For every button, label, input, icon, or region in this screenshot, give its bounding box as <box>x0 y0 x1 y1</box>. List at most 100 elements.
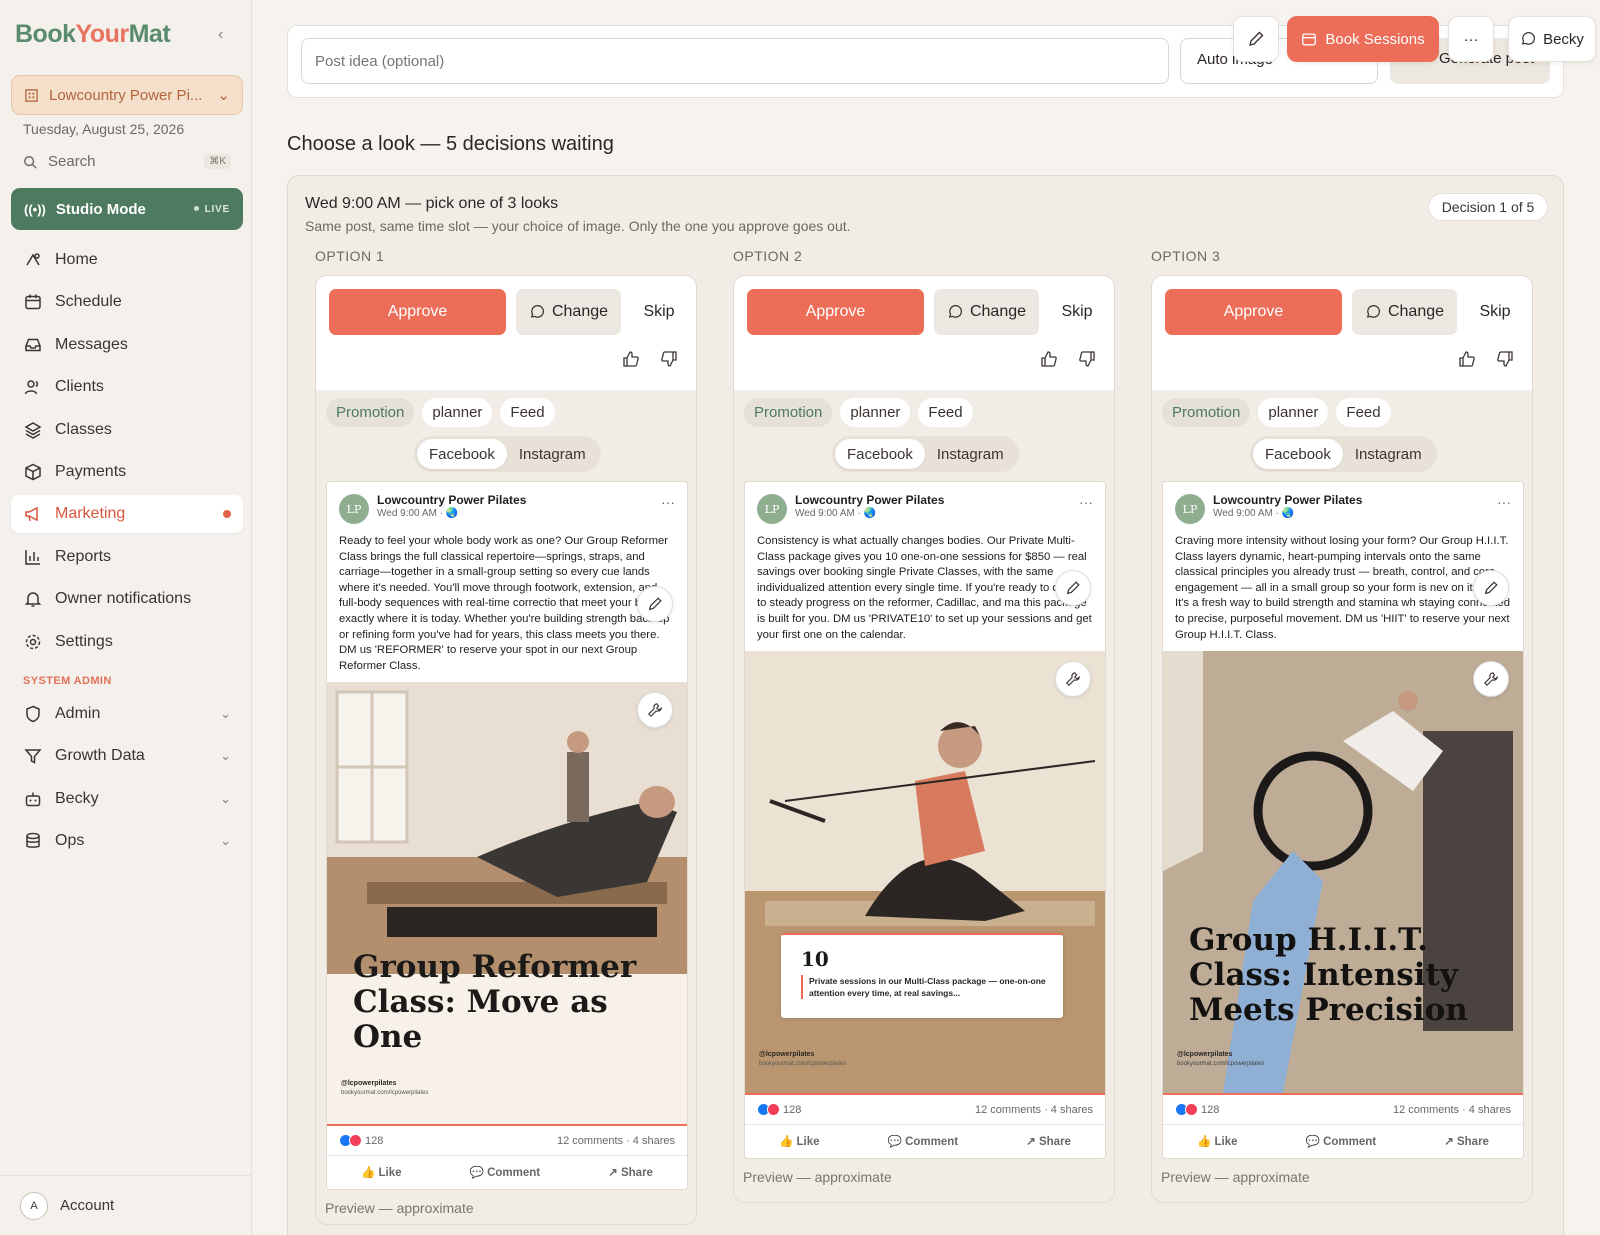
package-icon <box>23 462 43 482</box>
account-menu[interactable]: A Account <box>0 1175 252 1235</box>
comment-button[interactable]: 💬 Comment <box>1306 1134 1377 1148</box>
tab-instagram[interactable]: Instagram <box>925 439 1016 469</box>
nav-item-clients[interactable]: Clients <box>11 368 243 406</box>
chip-feed[interactable]: Feed <box>500 398 555 427</box>
change-button[interactable]: Change <box>516 289 621 335</box>
search-shortcut: ⌘K <box>204 154 231 169</box>
nav-item-home[interactable]: Home <box>11 241 243 279</box>
studio-mode-button[interactable]: ((•)) Studio Mode LIVE <box>11 188 243 230</box>
chip-promotion[interactable]: Promotion <box>326 398 415 427</box>
chip-planner[interactable]: planner <box>1258 398 1329 427</box>
nav-item-marketing[interactable]: Marketing <box>11 495 243 534</box>
reaction-icons <box>757 1103 780 1117</box>
edit-text-button[interactable] <box>1055 570 1091 606</box>
chip-promotion[interactable]: Promotion <box>1162 398 1251 427</box>
tab-facebook[interactable]: Facebook <box>1253 439 1343 469</box>
chip-promotion[interactable]: Promotion <box>744 398 833 427</box>
comment-button[interactable]: 💬 Comment <box>470 1165 541 1179</box>
more-icon[interactable]: ··· <box>661 494 675 510</box>
thumbs-down-icon[interactable] <box>660 350 678 368</box>
option-actions: Approve Change Skip <box>734 276 1114 390</box>
nav-item-growth-data[interactable]: Growth Data ⌄ <box>11 737 243 775</box>
change-button[interactable]: Change <box>934 289 1039 335</box>
approve-button[interactable]: Approve <box>1165 289 1342 335</box>
post-text: Craving more intensity without losing yo… <box>1175 535 1510 641</box>
bell-icon <box>23 589 43 609</box>
thumbs-down-icon[interactable] <box>1496 350 1514 368</box>
skip-button[interactable]: Skip <box>634 289 684 335</box>
app-logo[interactable]: BookYourMat <box>15 20 171 49</box>
calendar-icon <box>23 292 43 312</box>
skip-button[interactable]: Skip <box>1052 289 1102 335</box>
tab-instagram[interactable]: Instagram <box>507 439 598 469</box>
like-button[interactable]: 👍 Like <box>779 1134 820 1148</box>
edit-button[interactable] <box>1233 16 1279 62</box>
nav-item-payments[interactable]: Payments <box>11 453 243 491</box>
thumbs-up-icon[interactable] <box>1458 350 1476 368</box>
skip-button[interactable]: Skip <box>1470 289 1520 335</box>
comment-button[interactable]: 💬 Comment <box>888 1134 959 1148</box>
nav-label: Home <box>55 251 98 268</box>
thumbs-down-icon[interactable] <box>1078 350 1096 368</box>
tab-instagram[interactable]: Instagram <box>1343 439 1434 469</box>
wrench-icon <box>1065 672 1081 687</box>
more-options-button[interactable]: ··· <box>1448 16 1494 62</box>
wrench-icon <box>647 703 663 718</box>
chip-planner[interactable]: planner <box>840 398 911 427</box>
approve-button[interactable]: Approve <box>329 289 506 335</box>
studio-selector[interactable]: Lowcountry Power Pi... ⌄ <box>11 75 243 115</box>
filter-icon <box>23 746 43 766</box>
platform-toggle: Facebook Instagram <box>1250 436 1437 472</box>
reaction-count: 128 <box>783 1103 802 1116</box>
gear-icon <box>23 632 43 652</box>
nav-item-admin[interactable]: Admin ⌄ <box>11 695 243 733</box>
share-button[interactable]: ↗ Share <box>608 1165 653 1179</box>
reaction-icons <box>339 1134 362 1148</box>
collapse-sidebar-icon[interactable]: ‹ <box>218 26 223 44</box>
nav-item-settings[interactable]: Settings <box>11 623 243 661</box>
book-sessions-label: Book Sessions <box>1325 30 1425 48</box>
nav-label: Becky <box>55 789 99 807</box>
more-icon[interactable]: ··· <box>1079 494 1093 510</box>
edit-image-button[interactable] <box>1055 661 1091 698</box>
reaction-icons <box>1175 1103 1198 1117</box>
edit-text-button[interactable] <box>637 586 673 622</box>
chip-feed[interactable]: Feed <box>1336 398 1391 427</box>
edit-image-button[interactable] <box>1473 661 1509 698</box>
nav-item-schedule[interactable]: Schedule <box>11 283 243 321</box>
nav-item-reports[interactable]: Reports <box>11 538 243 576</box>
change-button[interactable]: Change <box>1352 289 1457 335</box>
book-sessions-button[interactable]: Book Sessions <box>1287 16 1439 62</box>
share-button[interactable]: ↗ Share <box>1444 1134 1489 1148</box>
becky-chat-button[interactable]: Becky <box>1508 16 1596 62</box>
like-button[interactable]: 👍 Like <box>1197 1134 1238 1148</box>
image-headline: Group H.I.I.T. Class: Intensity Meets Pr… <box>1189 922 1468 1029</box>
search-icon <box>24 155 37 169</box>
reaction-count: 128 <box>365 1134 384 1147</box>
chip-planner[interactable]: planner <box>422 398 493 427</box>
nav-item-classes[interactable]: Classes <box>11 411 243 449</box>
thumbs-up-icon[interactable] <box>1040 350 1058 368</box>
sidebar-search[interactable]: Search ⌘K <box>23 153 231 170</box>
nav-item-becky[interactable]: Becky ⌄ <box>11 780 243 818</box>
chevron-down-icon: ⌄ <box>220 790 231 806</box>
preview-note: Preview — approximate <box>743 1169 892 1185</box>
thumbs-up-icon[interactable] <box>622 350 640 368</box>
more-icon: ··· <box>1463 30 1479 48</box>
tag-chips: Promotion planner Feed <box>1162 398 1391 427</box>
more-icon[interactable]: ··· <box>1497 494 1511 510</box>
nav-item-messages[interactable]: Messages <box>11 326 243 364</box>
nav-item-ops[interactable]: Ops ⌄ <box>11 822 243 860</box>
decision-title: Wed 9:00 AM — pick one of 3 looks <box>305 195 559 212</box>
chip-feed[interactable]: Feed <box>918 398 973 427</box>
edit-text-button[interactable] <box>1473 570 1509 606</box>
approve-button[interactable]: Approve <box>747 289 924 335</box>
post-idea-input[interactable] <box>301 38 1169 84</box>
tab-facebook[interactable]: Facebook <box>835 439 925 469</box>
nav-item-owner-notifications[interactable]: Owner notifications <box>11 580 243 618</box>
users-icon <box>23 377 43 397</box>
like-button[interactable]: 👍 Like <box>361 1165 402 1179</box>
option-actions: Approve Change Skip <box>316 276 696 390</box>
share-button[interactable]: ↗ Share <box>1026 1134 1071 1148</box>
tab-facebook[interactable]: Facebook <box>417 439 507 469</box>
